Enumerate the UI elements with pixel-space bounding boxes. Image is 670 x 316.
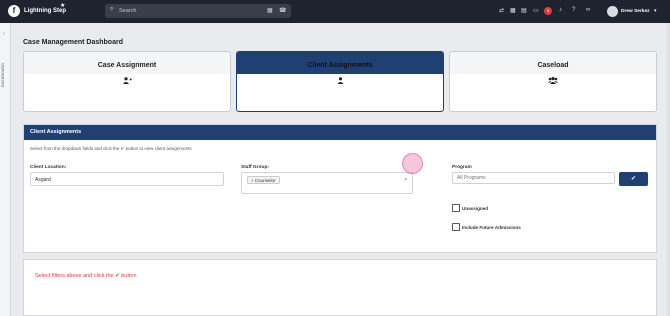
users-icon [450,77,656,86]
tile-case-assignment[interactable]: Case Assignment [23,51,231,112]
panel-title: Client Assignments [24,125,656,140]
unassigned-label: Unassigned [462,206,489,211]
empty-state-message: Select filters above and click the ✔ but… [35,273,137,279]
grid-icon[interactable]: ▤ [521,7,527,14]
client-location-select[interactable]: Asgard [30,172,224,186]
clear-icon[interactable]: × [404,177,407,183]
tile-label: Case Assignment [24,52,230,74]
click-indicator [402,153,423,174]
program-input[interactable] [452,172,615,184]
calendar-icon[interactable]: ▦ [267,7,273,14]
link-icon[interactable]: ∞ [586,7,590,13]
help-icon[interactable]: ? [572,7,575,13]
calendar-icon[interactable]: ▦ [510,7,516,14]
results-panel: Select filters above and click the ✔ but… [23,259,657,316]
notification-count-badge[interactable]: 1 [544,7,552,15]
submit-button[interactable]: ✔ [619,172,648,186]
unassigned-checkbox[interactable] [452,204,460,212]
client-location-label: Client Location: [30,165,67,170]
tile-label: Caseload [450,52,656,74]
tag-label: Counselor [254,178,276,183]
staff-group-label: Staff Group: [241,165,269,170]
user-icon [237,77,443,86]
staff-group-tag[interactable]: ×Counselor [247,176,280,184]
user-name[interactable]: Drew Serkez [621,9,650,14]
program-label: Program [452,165,472,170]
app-logo[interactable]: f [8,5,20,17]
instruction-text: Select from the dropdown fields and clic… [30,146,192,151]
user-plus-icon [24,77,230,86]
sidebar-label[interactable]: DASHBOARD [1,63,5,87]
client-location-value: Asgard [35,177,51,183]
search-icon: ⌕ [110,6,114,12]
favorite-star-icon[interactable]: ★ [60,2,65,9]
search-input[interactable]: Search [119,8,136,14]
chevron-down-icon[interactable]: ▾ [654,8,657,14]
scrollbar[interactable] [666,23,670,316]
avatar[interactable] [607,6,618,17]
future-admissions-checkbox[interactable] [452,223,460,231]
tile-label: Client Assignments [237,52,443,74]
client-assignments-panel: Client Assignments Select from the dropd… [23,124,657,253]
future-admissions-label: Include Future Admissions [462,225,521,230]
phone-icon[interactable]: ☎ [279,7,286,14]
page-title: Case Management Dashboard [23,39,123,46]
chevron-left-icon[interactable]: ‹ [3,31,5,37]
search-bar[interactable]: ⌕ Search ▦ ☎ [105,4,291,18]
left-sidebar: ‹ DASHBOARD [0,23,11,316]
staff-group-select[interactable]: ×Counselor × [241,172,413,194]
bell-icon[interactable]: ♪ [559,7,562,13]
chat-icon[interactable]: ▭ [533,7,539,14]
check-icon: ✔ [630,176,637,182]
tag-remove-icon[interactable]: × [251,178,254,183]
tile-caseload[interactable]: Caseload [449,51,657,112]
transfer-icon[interactable]: ⇄ [499,7,504,14]
tile-client-assignments[interactable]: Client Assignments [236,51,444,112]
top-bar: f Lightning Step ★ ⌕ Search ▦ ☎ ⇄ ▦ ▤ ▭ … [0,0,670,23]
